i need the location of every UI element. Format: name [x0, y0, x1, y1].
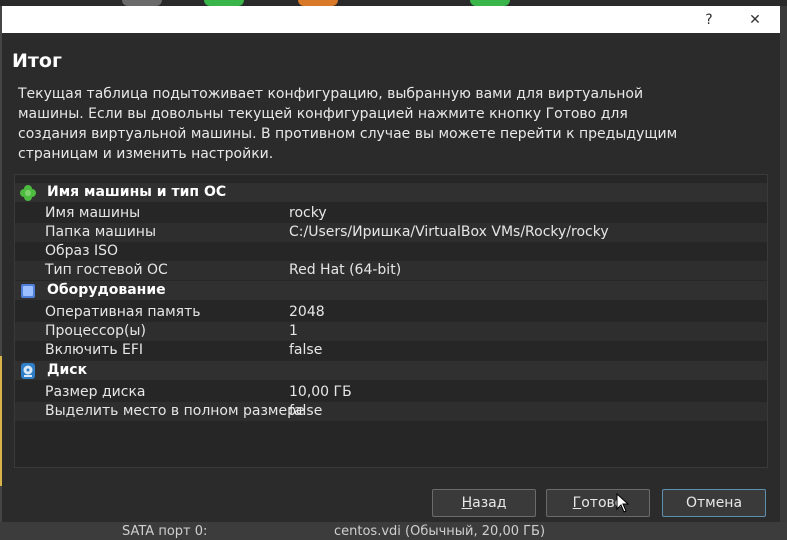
row-value: 2048 — [289, 304, 325, 320]
group-title: Диск — [47, 362, 88, 378]
summary-table[interactable]: Имя машины и тип ОС Имя машины rocky Пап… — [14, 174, 768, 468]
back-button[interactable]: Назад — [432, 489, 536, 517]
row-label: Оперативная память — [45, 304, 201, 320]
back-label: азад — [472, 495, 507, 511]
close-button[interactable]: ✕ — [742, 9, 768, 31]
group-title: Имя машины и тип ОС — [47, 184, 227, 200]
background-storage-value: centos.vdi (Обычный, 20,00 ГБ) — [334, 524, 546, 539]
group-title: Оборудование — [47, 282, 166, 298]
row-label: Имя машины — [45, 205, 141, 221]
background-storage-label: SATA порт 0: — [122, 524, 208, 539]
chip-icon — [21, 284, 35, 298]
group-header-name-os: Имя машины и тип ОС — [15, 183, 767, 202]
mouse-cursor-icon — [616, 493, 630, 513]
table-row: Размер диска 10,00 ГБ — [15, 383, 767, 402]
row-value: false — [289, 403, 323, 419]
clover-icon — [20, 185, 36, 201]
table-row: Процессор(ы) 1 — [15, 322, 767, 341]
table-row: Образ ISO — [15, 242, 767, 261]
row-value: rocky — [289, 205, 327, 221]
row-value: 1 — [289, 323, 298, 339]
page-description: Текущая таблица подытоживает конфигураци… — [18, 86, 678, 162]
group-header-hardware: Оборудование — [15, 281, 767, 300]
table-row: Имя машины rocky — [15, 204, 767, 223]
summary-dialog: ? ✕ Итог Текущая таблица подытоживает ко… — [2, 6, 780, 522]
row-value: Red Hat (64-bit) — [289, 262, 402, 278]
group-header-disk: Диск — [15, 361, 767, 380]
table-row: Включить EFI false — [15, 341, 767, 360]
row-label: Выделить место в полном размере — [45, 403, 305, 419]
table-row: Папка машины C:/Users/Иришка/VirtualBox … — [15, 223, 767, 242]
row-value: 10,00 ГБ — [289, 384, 352, 400]
row-label: Образ ISO — [45, 243, 119, 259]
background-app-edge — [780, 6, 787, 540]
table-row: Тип гостевой ОС Red Hat (64-bit) — [15, 261, 767, 280]
finish-button[interactable]: Готово — [546, 489, 650, 517]
row-value: C:/Users/Иришка/VirtualBox VMs/Rocky/roc… — [289, 224, 609, 240]
row-label: Тип гостевой ОС — [45, 262, 168, 278]
table-row: Выделить место в полном размере false — [15, 402, 767, 421]
page-title: Итог — [12, 50, 62, 72]
background-app-details: SATA порт 0: centos.vdi (Обычный, 20,00 … — [0, 522, 787, 540]
row-value: false — [289, 342, 323, 358]
disk-icon — [21, 363, 35, 379]
row-label: Папка машины — [45, 224, 157, 240]
cancel-button[interactable]: Отмена — [662, 489, 766, 517]
row-label: Включить EFI — [45, 342, 144, 358]
row-label: Размер диска — [45, 384, 146, 400]
table-row: Оперативная память 2048 — [15, 303, 767, 322]
row-label: Процессор(ы) — [45, 323, 146, 339]
help-button[interactable]: ? — [696, 9, 722, 31]
dialog-titlebar: ? ✕ — [2, 6, 780, 33]
finish-mnemonic: Г — [572, 495, 582, 511]
back-mnemonic: Н — [461, 495, 473, 511]
